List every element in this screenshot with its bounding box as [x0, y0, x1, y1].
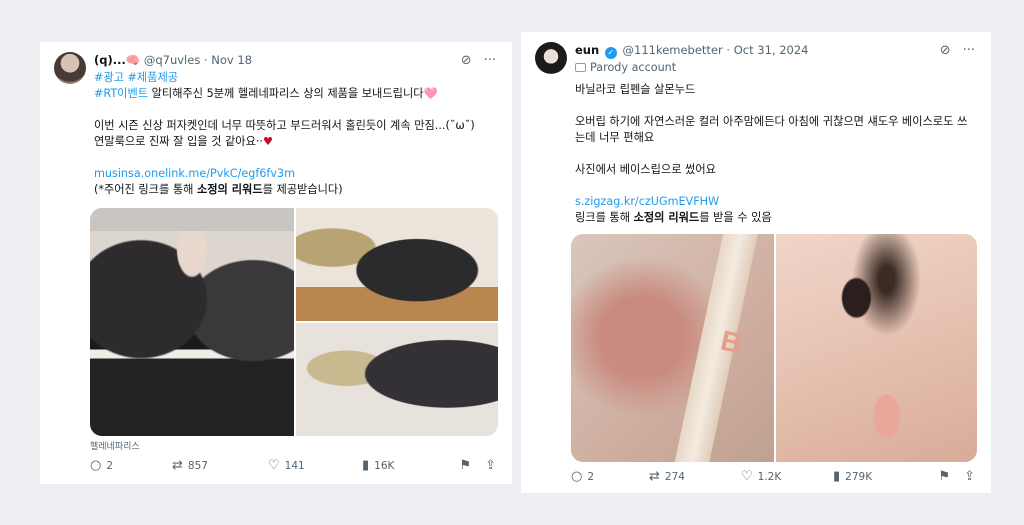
grok-icon[interactable]: ⊘ [940, 43, 951, 58]
avatar[interactable] [535, 42, 567, 74]
pink-heart-emoji: 🩷 [423, 87, 438, 100]
text-line: 바닐라코 립펜슬 살몬누드 [575, 83, 696, 96]
media-grid: B [571, 234, 977, 462]
like-count: 141 [284, 459, 305, 472]
text-line: 연말룩으로 진짜 잘 입을 것 같아요·· [94, 135, 263, 148]
disclosure-text: 를 받을 수 있음 [699, 211, 772, 224]
more-options-icon[interactable]: ··· [963, 43, 975, 58]
photo-3[interactable] [296, 323, 498, 436]
media-grid [90, 208, 498, 436]
share-icon[interactable]: ⇪ [964, 470, 975, 483]
disclosure-text: 를 제공받습니다) [262, 183, 343, 196]
text-line: 알티해주신 5분께 헬레네파리스 상의 제품을 보내드립니다 [148, 87, 424, 100]
avatar[interactable] [54, 52, 86, 84]
views-icon: ▮ [362, 458, 370, 473]
retweet-count: 274 [664, 470, 685, 483]
views-count: 279K [845, 470, 873, 483]
tweet-text: #광고 #제품제공 #RT이벤트 알티해주신 5분께 헬레네파리스 상의 제품을… [94, 70, 496, 198]
tweet-card-right: eun ✓ @111kemebetter · Oct 31, 2024 Paro… [521, 32, 991, 493]
display-name[interactable]: (q)... [94, 53, 126, 67]
brand-letter: B [718, 324, 745, 360]
heart-icon: ♡ [741, 469, 753, 484]
tweet-card-left: (q)...🧠 @q7uvles · Nov 18 ⊘ ··· #광고 #제품제… [40, 42, 512, 484]
photo-2[interactable] [776, 234, 977, 462]
hashtags[interactable]: #광고 #제품제공 [94, 70, 496, 86]
photo-1[interactable]: B [571, 234, 774, 462]
reply-button[interactable]: ○ 2 [90, 459, 172, 472]
reply-icon: ○ [571, 469, 583, 484]
parody-label: Parody account [575, 60, 940, 76]
reply-count: 2 [106, 459, 114, 472]
disclosure-text: 링크를 통해 [575, 211, 634, 224]
name-emoji: 🧠 [125, 53, 141, 67]
views-count: 16K [374, 459, 395, 472]
retweet-icon: ⇄ [172, 458, 183, 473]
bookmark-icon[interactable]: ⚑ [459, 459, 471, 472]
views-button[interactable]: ▮ 279K [833, 470, 923, 483]
action-bar: ○ 2 ⇄ 857 ♡ 141 ▮ 16K ⚑ ⇪ [90, 459, 496, 472]
retweet-button[interactable]: ⇄ 274 [649, 470, 741, 483]
parody-mask-icon [575, 63, 586, 72]
verified-badge-icon: ✓ [604, 47, 617, 59]
tweet-link[interactable]: s.zigzag.kr/czUGmEVFHW [575, 194, 975, 210]
heart-icon: ♡ [268, 458, 280, 473]
lip-pencil-image [671, 234, 761, 462]
text-line: 사진에서 베이스립으로 썼어요 [575, 163, 716, 176]
bookmark-icon[interactable]: ⚑ [938, 470, 950, 483]
retweet-count: 857 [187, 459, 208, 472]
text-line: 이번 시즌 신상 퍼자켓인데 너무 따뜻하고 부드러워서 홀린듯이 계속 만짐.… [94, 119, 475, 132]
photo-2[interactable] [296, 208, 498, 321]
photo-1[interactable] [90, 208, 294, 436]
media-caption[interactable]: 헬레네파리스 [90, 439, 496, 452]
disclosure-bold: 소정의 리워드 [196, 183, 263, 196]
tweet-date[interactable]: Nov 18 [211, 53, 252, 67]
more-options-icon[interactable]: ··· [484, 53, 496, 68]
retweet-button[interactable]: ⇄ 857 [172, 459, 268, 472]
action-bar: ○ 2 ⇄ 274 ♡ 1.2K ▮ 279K ⚑ ⇪ [571, 470, 975, 483]
text-line: 오버립 하기에 자연스러운 컬러 아주맘에든다 아침에 귀찮으면 섀도우 베이스… [575, 115, 968, 144]
reply-button[interactable]: ○ 2 [571, 470, 649, 483]
like-button[interactable]: ♡ 1.2K [741, 470, 833, 483]
views-button[interactable]: ▮ 16K [362, 459, 452, 472]
tweet-date[interactable]: Oct 31, 2024 [734, 43, 809, 57]
retweet-icon: ⇄ [649, 469, 660, 484]
like-button[interactable]: ♡ 141 [268, 459, 362, 472]
dot-separator: · [726, 43, 731, 57]
reply-count: 2 [587, 470, 595, 483]
views-icon: ▮ [833, 469, 841, 484]
display-name[interactable]: eun [575, 43, 599, 57]
tweet-link[interactable]: musinsa.onelink.me/PvkC/egf6fv3m [94, 166, 496, 182]
hashtag-rt-event[interactable]: #RT이벤트 [94, 87, 148, 100]
like-count: 1.2K [757, 470, 782, 483]
tweet-text: 바닐라코 립펜슬 살몬누드 오버립 하기에 자연스러운 컬러 아주맘에든다 아침… [575, 82, 975, 226]
handle[interactable]: @111kemebetter [623, 43, 723, 57]
share-icon[interactable]: ⇪ [485, 459, 496, 472]
dot-separator: · [203, 53, 208, 67]
reply-icon: ○ [90, 458, 102, 473]
grok-icon[interactable]: ⊘ [461, 53, 472, 68]
tweet-header: eun ✓ @111kemebetter · Oct 31, 2024 Paro… [535, 42, 975, 76]
disclosure-text: (*주어진 링크를 통해 [94, 183, 197, 196]
disclosure-bold: 소정의 리워드 [633, 211, 700, 224]
handle[interactable]: @q7uvles [144, 53, 200, 67]
heart-emoji: ♥ [263, 135, 274, 148]
